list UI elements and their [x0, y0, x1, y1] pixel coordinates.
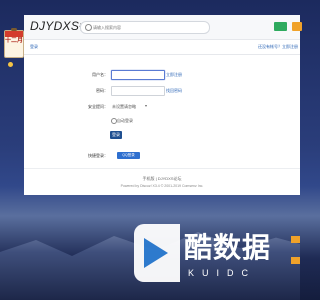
- username-field[interactable]: [111, 70, 165, 80]
- submit-button[interactable]: 登录: [110, 131, 122, 139]
- register-now-link[interactable]: 立即注册: [166, 72, 182, 78]
- side-tab-top[interactable]: [291, 236, 300, 243]
- question-label: 安全提问：: [88, 104, 108, 109]
- register-link[interactable]: 还没有帐号？立即注册: [258, 44, 298, 50]
- password-label: 密码：: [96, 88, 108, 93]
- watermark-sub: KUIDC: [188, 268, 257, 278]
- search-input[interactable]: [93, 23, 203, 31]
- calendar-widget[interactable]: 十二月: [4, 28, 24, 58]
- register-button[interactable]: [292, 22, 302, 31]
- footer-divider: [24, 168, 300, 169]
- breadcrumb: 登录 还没有帐号？立即注册: [24, 40, 300, 55]
- play-icon: [144, 238, 168, 268]
- watermark-text: 酷数据: [184, 231, 272, 264]
- calendar-pin: [11, 28, 17, 31]
- login-card: DJYDXS论坛 登录 还没有帐号？立即注册 用户名： 立即注册 密码： 找回密…: [24, 15, 302, 195]
- footer-links[interactable]: 手机版 | DJYDXS论坛: [24, 176, 300, 182]
- qq-login-button[interactable]: QQ登录: [117, 152, 140, 159]
- footer-copyright: Powered by Discuz! X3.4 © 2001-2019 Coms…: [120, 184, 204, 188]
- calendar-text: 十二月: [5, 38, 24, 44]
- page-title: 登录: [30, 44, 38, 49]
- watermark-logo-icon: [134, 224, 180, 282]
- forgot-password-link[interactable]: 找回密码: [166, 88, 182, 94]
- search-icon: [85, 24, 92, 31]
- quick-login-label: 快捷登录：: [88, 153, 108, 158]
- side-tab-bottom[interactable]: [291, 257, 300, 264]
- site-header: DJYDXS论坛: [24, 15, 302, 40]
- chevron-down-icon[interactable]: ▾: [145, 103, 147, 108]
- status-dot: [8, 62, 13, 67]
- login-button[interactable]: [274, 22, 287, 31]
- logo-text: DJYDXS: [30, 19, 80, 33]
- password-field[interactable]: [111, 86, 165, 96]
- question-select[interactable]: 未设置请忽略: [112, 104, 136, 110]
- watermark: 酷数据 KUIDC: [134, 224, 284, 284]
- username-label: 用户名：: [92, 72, 108, 77]
- remember-label: 自动登录: [117, 118, 133, 123]
- search-box[interactable]: [80, 21, 210, 34]
